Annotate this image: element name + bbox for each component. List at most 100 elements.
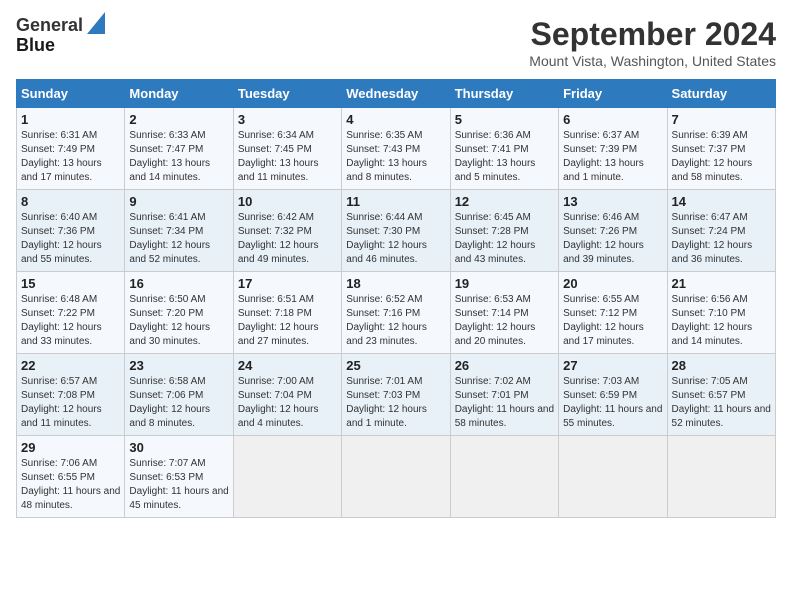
day-info: Sunrise: 6:58 AM Sunset: 7:06 PM Dayligh… [129,375,228,431]
table-row: 23Sunrise: 6:58 AM Sunset: 7:06 PM Dayli… [125,354,233,436]
table-row: 18 Sunrise: 6:52 AM Sunset: 7:16 PM Dayli… [342,272,450,354]
day-info: Sunrise: 6:36 AM Sunset: 7:41 PM Dayligh… [455,129,554,185]
table-row: 14Sunrise: 6:47 AM Sunset: 7:24 PM Dayli… [667,190,775,272]
day-number: 29 [21,440,120,455]
day-info: Sunrise: 7:01 AM Sunset: 7:03 PM Dayligh… [346,375,445,431]
col-tuesday: Tuesday [233,80,341,108]
day-info: Sunrise: 7:06 AM Sunset: 6:55 PM Dayligh… [21,457,120,513]
day-info: Sunrise: 7:00 AM Sunset: 7:04 PM Dayligh… [238,375,337,431]
table-row: 10 Sunrise: 6:42 AM Sunset: 7:32 PM Dayli… [233,190,341,272]
table-row [667,436,775,518]
day-info: Sunrise: 7:05 AM Sunset: 6:57 PM Dayligh… [672,375,771,431]
day-number: 13 [563,194,662,209]
table-row: 8 Sunrise: 6:40 AM Sunset: 7:36 PM Daylig… [17,190,125,272]
day-number: 15 [21,276,120,291]
day-info: Sunrise: 6:31 AM Sunset: 7:49 PM Dayligh… [21,129,120,185]
day-number: 25 [346,358,445,373]
table-row [233,436,341,518]
calendar-header: Sunday Monday Tuesday Wednesday Thursday… [17,80,776,108]
table-row: 7 Sunrise: 6:39 AM Sunset: 7:37 PM Daylig… [667,108,775,190]
day-info: Sunrise: 6:33 AM Sunset: 7:47 PM Dayligh… [129,129,228,185]
day-number: 12 [455,194,554,209]
day-number: 6 [563,112,662,127]
day-info: Sunrise: 6:42 AM Sunset: 7:32 PM Dayligh… [238,211,337,267]
table-row: 15 Sunrise: 6:48 AM Sunset: 7:22 PM Dayli… [17,272,125,354]
day-number: 20 [563,276,662,291]
header-row: Sunday Monday Tuesday Wednesday Thursday… [17,80,776,108]
table-row: 6 Sunrise: 6:37 AM Sunset: 7:39 PM Daylig… [559,108,667,190]
table-row: 21 Sunrise: 6:56 AM Sunset: 7:10 PM Dayli… [667,272,775,354]
day-info: Sunrise: 6:56 AM Sunset: 7:10 PM Dayligh… [672,293,771,349]
day-info: Sunrise: 6:48 AM Sunset: 7:22 PM Dayligh… [21,293,120,349]
table-row [342,436,450,518]
day-info: Sunrise: 6:39 AM Sunset: 7:37 PM Dayligh… [672,129,771,185]
day-number: 21 [672,276,771,291]
day-info: Sunrise: 6:35 AM Sunset: 7:43 PM Dayligh… [346,129,445,185]
day-number: 18 [346,276,445,291]
day-info: Sunrise: 6:52 AM Sunset: 7:16 PM Dayligh… [346,293,445,349]
day-number: 4 [346,112,445,127]
calendar-week-1: 1 Sunrise: 6:31 AM Sunset: 7:49 PM Daylig… [17,108,776,190]
day-number: 26 [455,358,554,373]
table-row: 12 Sunrise: 6:45 AM Sunset: 7:28 PM Dayli… [450,190,558,272]
calendar-week-2: 8 Sunrise: 6:40 AM Sunset: 7:36 PM Daylig… [17,190,776,272]
day-info: Sunrise: 7:07 AM Sunset: 6:53 PM Dayligh… [129,457,228,513]
day-info: Sunrise: 6:41 AM Sunset: 7:34 PM Dayligh… [129,211,228,267]
day-number: 14 [672,194,771,209]
day-number: 2 [129,112,228,127]
calendar-week-4: 22 Sunrise: 6:57 AM Sunset: 7:08 PM Dayli… [17,354,776,436]
title-section: September 2024 Mount Vista, Washington, … [529,16,776,69]
day-info: Sunrise: 6:57 AM Sunset: 7:08 PM Dayligh… [21,375,120,431]
logo-line1: General [16,16,83,36]
table-row: 28Sunrise: 7:05 AM Sunset: 6:57 PM Dayli… [667,354,775,436]
logo-line2: Blue [16,36,83,56]
col-thursday: Thursday [450,80,558,108]
table-row: 20 Sunrise: 6:55 AM Sunset: 7:12 PM Dayli… [559,272,667,354]
day-number: 11 [346,194,445,209]
table-row: 25 Sunrise: 7:01 AM Sunset: 7:03 PM Dayli… [342,354,450,436]
table-row: 19Sunrise: 6:53 AM Sunset: 7:14 PM Dayli… [450,272,558,354]
calendar-week-5: 29 Sunrise: 7:06 AM Sunset: 6:55 PM Dayli… [17,436,776,518]
day-info: Sunrise: 6:46 AM Sunset: 7:26 PM Dayligh… [563,211,662,267]
day-number: 1 [21,112,120,127]
day-number: 5 [455,112,554,127]
day-info: Sunrise: 7:02 AM Sunset: 7:01 PM Dayligh… [455,375,554,431]
calendar-table: Sunday Monday Tuesday Wednesday Thursday… [16,79,776,518]
table-row: 17Sunrise: 6:51 AM Sunset: 7:18 PM Dayli… [233,272,341,354]
table-row: 22 Sunrise: 6:57 AM Sunset: 7:08 PM Dayli… [17,354,125,436]
table-row: 26 Sunrise: 7:02 AM Sunset: 7:01 PM Dayli… [450,354,558,436]
day-number: 10 [238,194,337,209]
day-info: Sunrise: 6:55 AM Sunset: 7:12 PM Dayligh… [563,293,662,349]
logo-triangle-icon [87,12,105,34]
table-row [559,436,667,518]
day-number: 7 [672,112,771,127]
calendar-week-3: 15 Sunrise: 6:48 AM Sunset: 7:22 PM Dayli… [17,272,776,354]
col-friday: Friday [559,80,667,108]
day-number: 8 [21,194,120,209]
day-number: 30 [129,440,228,455]
day-info: Sunrise: 6:34 AM Sunset: 7:45 PM Dayligh… [238,129,337,185]
day-number: 22 [21,358,120,373]
day-info: Sunrise: 6:40 AM Sunset: 7:36 PM Dayligh… [21,211,120,267]
day-number: 16 [129,276,228,291]
logo: General Blue [16,16,105,56]
table-row: 11 Sunrise: 6:44 AM Sunset: 7:30 PM Dayli… [342,190,450,272]
col-sunday: Sunday [17,80,125,108]
table-row: 16 Sunrise: 6:50 AM Sunset: 7:20 PM Dayli… [125,272,233,354]
subtitle: Mount Vista, Washington, United States [529,53,776,69]
table-row: 13 Sunrise: 6:46 AM Sunset: 7:26 PM Dayli… [559,190,667,272]
col-saturday: Saturday [667,80,775,108]
col-wednesday: Wednesday [342,80,450,108]
day-info: Sunrise: 6:50 AM Sunset: 7:20 PM Dayligh… [129,293,228,349]
day-number: 19 [455,276,554,291]
main-title: September 2024 [529,16,776,53]
day-number: 24 [238,358,337,373]
table-row: 9Sunrise: 6:41 AM Sunset: 7:34 PM Daylig… [125,190,233,272]
table-row: 2 Sunrise: 6:33 AM Sunset: 7:47 PM Daylig… [125,108,233,190]
day-info: Sunrise: 7:03 AM Sunset: 6:59 PM Dayligh… [563,375,662,431]
table-row: 27Sunrise: 7:03 AM Sunset: 6:59 PM Dayli… [559,354,667,436]
day-info: Sunrise: 6:44 AM Sunset: 7:30 PM Dayligh… [346,211,445,267]
table-row: 4 Sunrise: 6:35 AM Sunset: 7:43 PM Daylig… [342,108,450,190]
day-info: Sunrise: 6:37 AM Sunset: 7:39 PM Dayligh… [563,129,662,185]
day-info: Sunrise: 6:45 AM Sunset: 7:28 PM Dayligh… [455,211,554,267]
